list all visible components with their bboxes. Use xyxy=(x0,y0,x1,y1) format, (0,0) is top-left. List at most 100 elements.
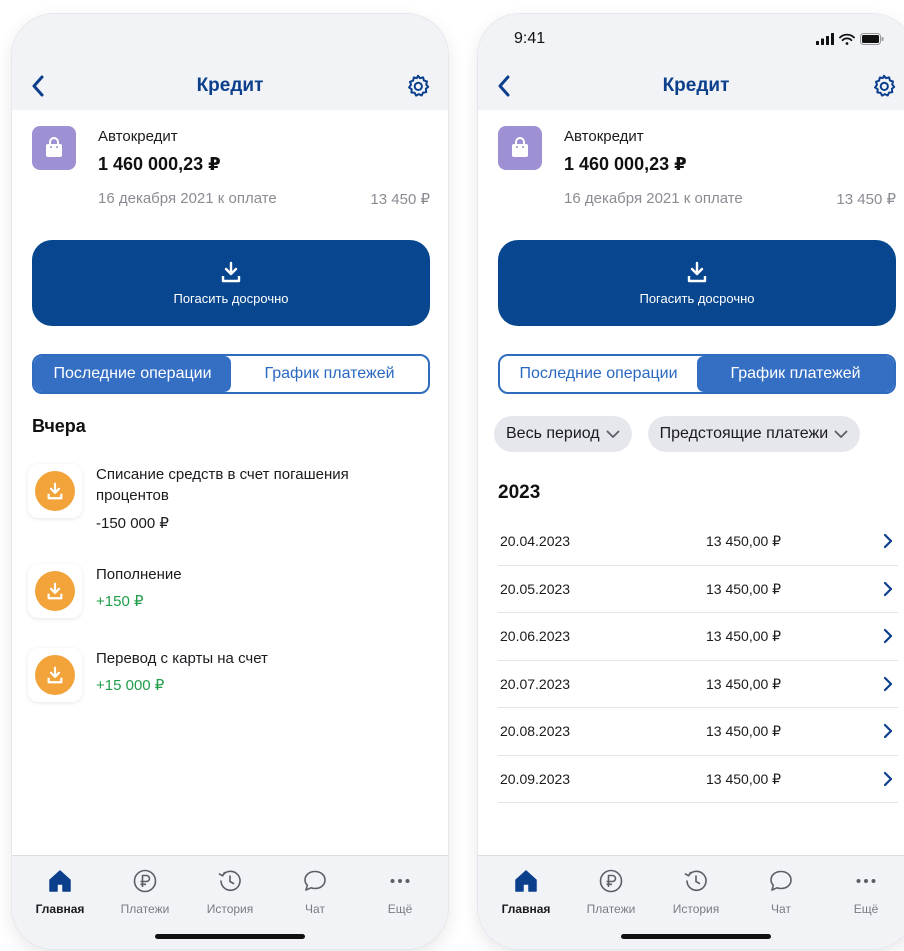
tab-bar: Главная Платежи История Чат Ещё xyxy=(12,855,448,949)
chat-icon xyxy=(302,866,328,896)
period-filter[interactable]: Весь период xyxy=(494,416,632,452)
schedule-date: 20.09.2023 xyxy=(500,770,571,787)
schedule-amount: 13 450,00 ₽ xyxy=(706,723,782,739)
early-repayment-button[interactable]: Погасить досрочно xyxy=(498,240,896,326)
operation-amount: +150 ₽ xyxy=(96,593,144,610)
ruble-icon xyxy=(132,866,158,896)
tab-label: История xyxy=(672,902,720,916)
loan-due-date: 16 декабря 2021 к оплате xyxy=(98,190,277,207)
tab-history[interactable]: История xyxy=(190,866,270,916)
operation-item[interactable]: Перевод с карты на счет +15 000 ₽ xyxy=(28,648,430,708)
tab-label: Чат xyxy=(305,902,325,916)
schedule-amount: 13 450,00 ₽ xyxy=(706,770,782,787)
tab-recent-operations[interactable]: Последние операции xyxy=(34,356,231,392)
chevron-down-icon xyxy=(606,430,620,438)
loan-due-amount: 13 450 ₽ xyxy=(836,191,896,208)
schedule-year: 2023 xyxy=(498,482,541,503)
filter-chips: Весь период Предстоящие платежи xyxy=(494,416,861,452)
tab-payment-schedule[interactable]: График платежей xyxy=(697,356,894,392)
loan-name: Автокредит xyxy=(98,128,178,145)
tab-recent-operations[interactable]: Последние операции xyxy=(500,356,697,392)
home-indicator xyxy=(621,934,771,939)
back-arrow-icon xyxy=(32,75,44,97)
chevron-down-icon xyxy=(834,430,848,438)
tab-label: Ещё xyxy=(387,902,413,916)
section-title-yesterday: Вчера xyxy=(32,416,86,436)
payment-type-filter[interactable]: Предстоящие платежи xyxy=(647,416,861,452)
loan-due-date: 16 декабря 2021 к оплате xyxy=(564,190,743,207)
status-time: 9:41 xyxy=(514,30,546,47)
more-icon xyxy=(387,866,413,896)
settings-button[interactable] xyxy=(870,72,898,100)
status-bar: 9:41 xyxy=(514,28,884,50)
tab-home[interactable]: Главная xyxy=(486,866,566,916)
loan-summary[interactable]: Автокредит 1 460 000,23 ₽ 16 декабря 202… xyxy=(32,124,430,216)
download-icon xyxy=(687,261,707,282)
chevron-right-icon xyxy=(880,722,896,740)
schedule-amount: 13 450,00 ₽ xyxy=(706,675,782,692)
gear-icon xyxy=(874,74,896,97)
download-icon xyxy=(35,571,75,611)
schedule-date: 20.05.2023 xyxy=(500,580,571,597)
loan-name: Автокредит xyxy=(564,128,644,145)
navigation-bar: Кредит xyxy=(12,64,448,108)
status-icons xyxy=(816,33,884,45)
tab-label: Главная xyxy=(35,902,85,916)
schedule-row[interactable]: 20.08.2023 13 450,00 ₽ xyxy=(498,708,898,756)
tab-label: Главная xyxy=(501,902,551,916)
payment-schedule-list: 20.04.2023 13 450,00 ₽ 20.05.2023 13 450… xyxy=(498,518,898,803)
tab-home[interactable]: Главная xyxy=(20,866,100,916)
chevron-right-icon xyxy=(880,580,896,598)
tab-chat[interactable]: Чат xyxy=(741,866,821,916)
tab-payment-schedule[interactable]: График платежей xyxy=(231,356,428,392)
back-button[interactable] xyxy=(490,72,518,100)
early-repayment-label: Погасить досрочно xyxy=(639,290,755,306)
loan-due-amount: 13 450 ₽ xyxy=(370,191,430,208)
schedule-row[interactable]: 20.04.2023 13 450,00 ₽ xyxy=(498,518,898,566)
chevron-right-icon xyxy=(880,532,896,550)
loan-amount: 1 460 000,23 ₽ xyxy=(98,154,221,174)
schedule-amount: 13 450,00 ₽ xyxy=(706,580,782,597)
tab-payments[interactable]: Платежи xyxy=(571,866,651,916)
tab-more[interactable]: Ещё xyxy=(360,866,440,916)
page-title: Кредит xyxy=(662,75,730,96)
schedule-amount: 13 450,00 ₽ xyxy=(706,628,782,644)
back-button[interactable] xyxy=(24,72,52,100)
early-repayment-button[interactable]: Погасить досрочно xyxy=(32,240,430,326)
history-icon xyxy=(683,866,709,896)
chevron-right-icon xyxy=(880,627,896,645)
download-icon xyxy=(35,471,75,511)
operation-title: Списание средств в счет погашения процен… xyxy=(96,466,349,504)
schedule-row[interactable]: 20.05.2023 13 450,00 ₽ xyxy=(498,566,898,613)
operation-item[interactable]: Пополнение +150 ₽ xyxy=(28,564,430,624)
navigation-bar: Кредит xyxy=(478,64,904,108)
battery-icon xyxy=(860,33,884,45)
tab-payments[interactable]: Платежи xyxy=(105,866,185,916)
page-title: Кредит xyxy=(196,75,264,96)
tab-history[interactable]: История xyxy=(656,866,736,916)
schedule-date: 20.04.2023 xyxy=(500,533,571,549)
history-icon xyxy=(217,866,243,896)
operation-icon-container xyxy=(28,648,82,702)
schedule-date: 20.08.2023 xyxy=(500,723,571,739)
download-icon xyxy=(221,261,241,282)
download-icon xyxy=(35,655,75,695)
tab-chat[interactable]: Чат xyxy=(275,866,355,916)
segmented-control: Последние операции График платежей xyxy=(32,354,430,394)
phone-screen-schedule: 9:41 Кредит Автокредит 1 460 000,23 ₽ 16… xyxy=(478,14,904,949)
loan-summary[interactable]: Автокредит 1 460 000,23 ₽ 16 декабря 202… xyxy=(498,124,896,216)
operation-title: Перевод с карты на счет xyxy=(96,650,268,667)
settings-button[interactable] xyxy=(404,72,432,100)
tab-more[interactable]: Ещё xyxy=(826,866,904,916)
ruble-icon xyxy=(598,866,624,896)
schedule-row[interactable]: 20.06.2023 13 450,00 ₽ xyxy=(498,613,898,661)
tab-bar: Главная Платежи История Чат Ещё xyxy=(478,855,904,949)
period-filter-label: Весь период xyxy=(506,425,600,442)
operation-icon-container xyxy=(28,464,82,518)
schedule-date: 20.07.2023 xyxy=(500,675,571,692)
schedule-row[interactable]: 20.09.2023 13 450,00 ₽ xyxy=(498,756,898,803)
schedule-row[interactable]: 20.07.2023 13 450,00 ₽ xyxy=(498,661,898,708)
tab-label: Платежи xyxy=(120,902,170,916)
operation-item[interactable]: Списание средств в счет погашения процен… xyxy=(28,464,430,544)
schedule-amount: 13 450,00 ₽ xyxy=(706,533,782,549)
